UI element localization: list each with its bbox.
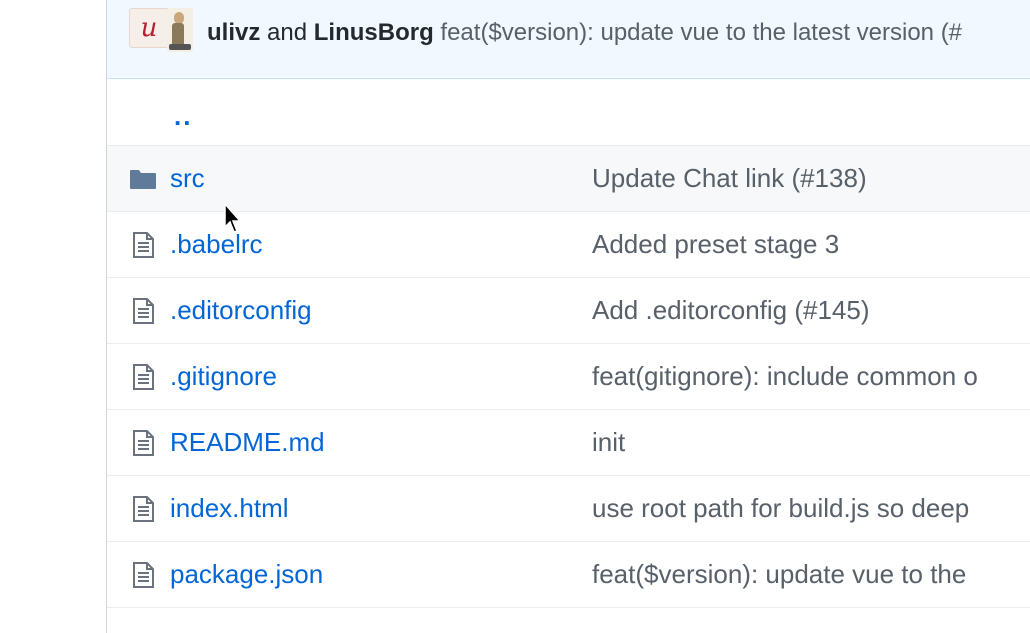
avatar-ulivz[interactable]: u [129,8,169,48]
file-name-link[interactable]: package.json [170,559,323,590]
file-name-link[interactable]: src [170,163,205,194]
file-commit-message[interactable]: Update Chat link (#138) [592,163,867,194]
commit-avatars: u [129,8,193,52]
commit-summary: ulivz and LinusBorg feat($version): upda… [207,19,962,47]
file-row[interactable]: .gitignore feat(gitignore): include commo… [107,344,1030,410]
file-name-link[interactable]: .gitignore [170,361,277,392]
parent-directory-link[interactable]: .. [174,101,192,132]
folder-icon [129,165,157,193]
file-icon [129,363,157,391]
mouse-cursor-icon [224,203,242,233]
file-name-link[interactable]: .babelrc [170,229,263,260]
file-icon [129,297,157,325]
file-row[interactable]: src Update Chat link (#138) [107,146,1030,212]
avatar-figure-base [169,44,191,50]
file-name-link[interactable]: index.html [170,493,289,524]
avatar-linusborg[interactable] [167,8,193,52]
latest-commit-bar: u ulivz and LinusBorg feat($version): up… [107,0,1030,79]
commit-message[interactable]: feat($version): update vue to the latest… [440,19,962,46]
file-icon [129,429,157,457]
file-row[interactable]: .editorconfig Add .editorconfig (#145) [107,278,1030,344]
file-name-link[interactable]: README.md [170,427,325,458]
file-icon [129,495,157,523]
file-list: src Update Chat link (#138) .babelrc Added … [107,146,1030,608]
avatar-letter: u [140,13,158,43]
parent-directory-row: .. [107,79,1030,146]
file-commit-message[interactable]: Added preset stage 3 [592,229,839,260]
file-commit-message[interactable]: init [592,427,625,458]
file-row[interactable]: README.md init [107,410,1030,476]
file-commit-message[interactable]: use root path for build.js so deep [592,493,969,524]
file-icon [129,231,157,259]
page: u ulivz and LinusBorg feat($version): up… [0,0,1030,633]
file-commit-message[interactable]: feat($version): update vue to the [592,559,966,590]
file-row[interactable]: .babelrc Added preset stage 3 [107,212,1030,278]
avatar-figure-body [172,23,184,45]
file-table: u ulivz and LinusBorg feat($version): up… [106,0,1030,633]
file-row[interactable]: index.html use root path for build.js so … [107,476,1030,542]
commit-author-2[interactable]: LinusBorg [314,19,434,46]
file-row[interactable]: package.json feat($version): update vue t… [107,542,1030,608]
commit-author-joiner: and [267,19,308,46]
file-icon [129,561,157,589]
file-name-link[interactable]: .editorconfig [170,295,312,326]
commit-author-1[interactable]: ulivz [207,19,260,46]
file-commit-message[interactable]: feat(gitignore): include common o [592,361,978,392]
file-commit-message[interactable]: Add .editorconfig (#145) [592,295,870,326]
